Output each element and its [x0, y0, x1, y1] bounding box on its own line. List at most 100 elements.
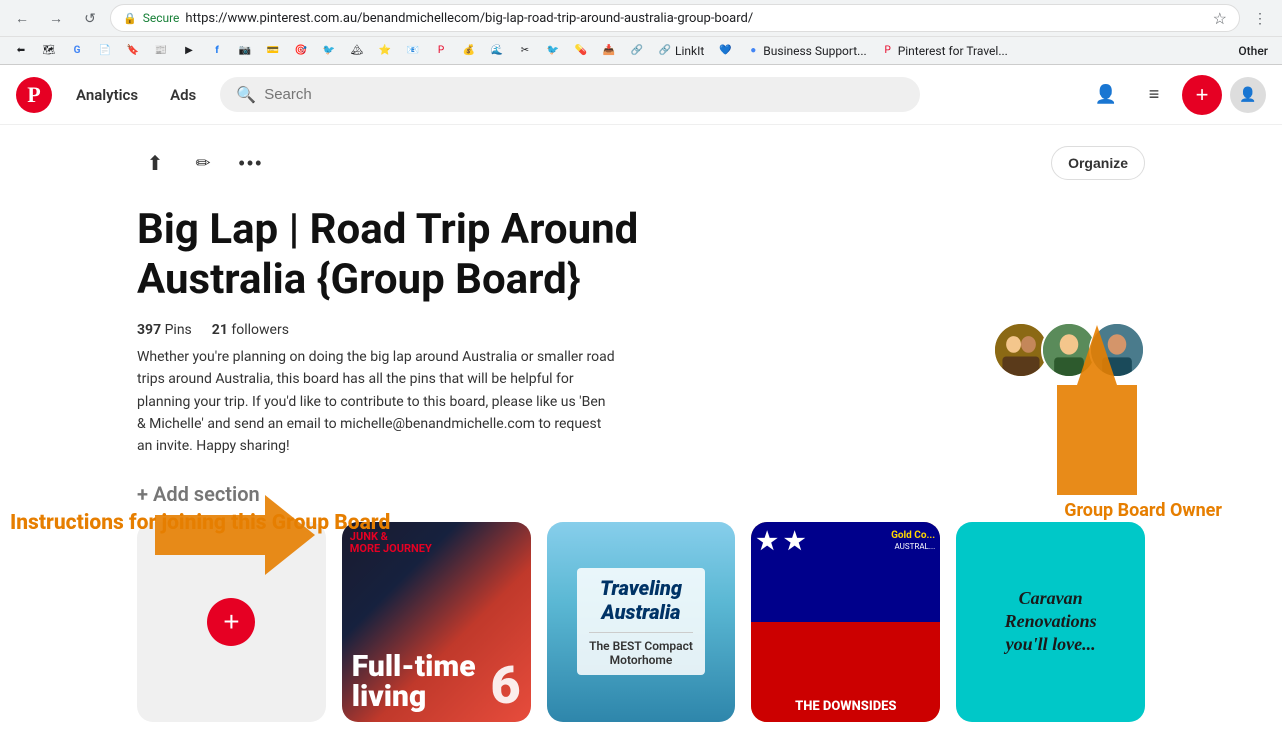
pinteresttravel-label: Pinterest for Travel...	[898, 44, 1008, 58]
maps-favicon: 🗺	[42, 44, 56, 58]
bookmark-news[interactable]: 📰	[148, 42, 174, 60]
pin-image-rv: JUNK & MORE JOURNEY Full-timeliving 6	[342, 522, 531, 722]
refresh-button[interactable]: ↺	[76, 4, 104, 32]
logo-letter: P	[27, 82, 40, 108]
share-button[interactable]: ⬆	[137, 145, 173, 181]
upload-icon: ⬆	[147, 151, 164, 176]
pin-caravan-bg: CaravanRenovationsyou'll love...	[956, 522, 1145, 722]
email-favicon: 📧	[406, 44, 420, 58]
avatar-initial: 👤	[1239, 87, 1256, 103]
insta-favicon: 📷	[238, 44, 252, 58]
secure-label: Secure	[143, 11, 180, 25]
bookmark-scissors[interactable]: ✂	[512, 42, 538, 60]
pin-image-caravan: CaravanRenovationsyou'll love...	[956, 522, 1145, 722]
linkit-label: LinkIt	[675, 44, 704, 58]
bookmark-star[interactable]: ⭐	[372, 42, 398, 60]
bookmark-fb[interactable]: f	[204, 42, 230, 60]
bookmark-google[interactable]: G	[64, 42, 90, 60]
pin-image-australia: TravelingAustralia The BEST CompactMotor…	[547, 522, 736, 722]
google-favicon: G	[70, 44, 84, 58]
bookmark-dollar[interactable]: 💰	[456, 42, 482, 60]
member-avatar-3[interactable]	[1089, 322, 1145, 378]
bookmark-play[interactable]: ▶	[176, 42, 202, 60]
organize-button[interactable]: Organize	[1051, 146, 1145, 180]
more-icon: •••	[239, 153, 264, 174]
pin-card-caravan[interactable]: CaravanRenovationsyou'll love...	[956, 522, 1145, 722]
pin-rv-text: Full-timeliving	[352, 652, 476, 712]
bookmark-mountain[interactable]: 🏔	[344, 42, 370, 60]
edit-button[interactable]: ✏	[185, 145, 221, 181]
pin-aus-sub: AUSTRAL...	[895, 542, 936, 551]
back-button[interactable]: ←	[8, 4, 36, 32]
pin-card-australia[interactable]: TravelingAustralia The BEST CompactMotor…	[547, 522, 736, 722]
avatar-2-image	[1043, 322, 1095, 378]
pin-grid: + JUNK & MORE JOURNEY Full-timeliving 6	[137, 522, 1145, 722]
add-icon: +	[1196, 82, 1209, 108]
bookmark-back[interactable]: ⬅	[8, 42, 34, 60]
inbox-favicon: 📥	[602, 44, 616, 58]
url-text: https://www.pinterest.com.au/benandmiche…	[185, 11, 1206, 26]
bookmark-doc[interactable]: 📄	[92, 42, 118, 60]
bookmark-pinteresttravel[interactable]: PPinterest for Travel...	[875, 42, 1014, 60]
bookmark-link[interactable]: 🔗	[624, 42, 650, 60]
avatar-3-image	[1091, 322, 1143, 378]
pins-label: Pins	[165, 322, 192, 338]
followers-stat: 21 followers	[212, 322, 289, 338]
followers-count: 21	[212, 322, 228, 338]
menu-icon-button[interactable]: ≡	[1134, 75, 1174, 115]
dollar-favicon: 💰	[462, 44, 476, 58]
bookmark-linkit[interactable]: 🔗LinkIt	[652, 42, 710, 60]
bookmark-pinterest[interactable]: P	[428, 42, 454, 60]
bookmark-pill[interactable]: 💊	[568, 42, 594, 60]
ads-nav[interactable]: Ads	[162, 82, 204, 108]
user-icon: 👤	[1095, 84, 1117, 105]
analytics-nav[interactable]: Analytics	[68, 82, 146, 108]
more-button[interactable]: •••	[233, 145, 269, 181]
bookmark-maps[interactable]: 🗺	[36, 42, 62, 60]
address-bar[interactable]: 🔒 Secure https://www.pinterest.com.au/be…	[110, 4, 1240, 32]
fb-favicon: f	[210, 44, 224, 58]
pinteresttravel-favicon: P	[881, 44, 895, 58]
bookmark-extension1[interactable]: 🔖	[120, 42, 146, 60]
back-favicon: ⬅	[14, 44, 28, 58]
bookmark-inbox[interactable]: 📥	[596, 42, 622, 60]
main-content: ⬆ ✏ ••• Organize Big Lap | Road Trip Aro…	[121, 125, 1161, 742]
pill-favicon: 💊	[574, 44, 588, 58]
business-label: Business Support...	[763, 44, 866, 58]
pin-stars: ★ ★	[756, 527, 805, 555]
twitter-favicon: 🐦	[322, 44, 336, 58]
board-description: Whether you're planning on doing the big…	[137, 346, 617, 458]
pin-card-rv[interactable]: JUNK & MORE JOURNEY Full-timeliving 6	[342, 522, 531, 722]
add-pin-header-button[interactable]: +	[1182, 75, 1222, 115]
user-avatar[interactable]: 👤	[1230, 77, 1266, 113]
bookmarks-other[interactable]: Other	[1232, 42, 1274, 60]
bookmark-bird[interactable]: 🐦	[540, 42, 566, 60]
forward-button[interactable]: →	[42, 4, 70, 32]
bookmark-insta[interactable]: 📷	[232, 42, 258, 60]
browser-menu-button[interactable]: ⋮	[1246, 4, 1274, 32]
user-icon-button[interactable]: 👤	[1086, 75, 1126, 115]
search-bar[interactable]: 🔍	[220, 77, 920, 112]
add-pin-button[interactable]: +	[207, 598, 255, 646]
pin-card-flags[interactable]: ★ ★ Gold Co... AUSTRAL... THE DOWNSIDES	[751, 522, 940, 722]
add-pin-card[interactable]: +	[137, 522, 326, 722]
bookmark-business[interactable]: ●Business Support...	[740, 42, 872, 60]
pinterest-logo[interactable]: P	[16, 77, 52, 113]
scissors-favicon: ✂	[518, 44, 532, 58]
bookmark-email[interactable]: 📧	[400, 42, 426, 60]
bookmark-target[interactable]: 🎯	[288, 42, 314, 60]
bookmark-heart[interactable]: 💙	[712, 42, 738, 60]
bookmark-ext2[interactable]: 💳	[260, 42, 286, 60]
search-input[interactable]	[264, 86, 904, 103]
bookmark-twitter[interactable]: 🐦	[316, 42, 342, 60]
board-title: Big Lap | Road Trip Around Australia {Gr…	[137, 205, 817, 306]
pin-caravan-title: CaravanRenovationsyou'll love...	[995, 577, 1107, 667]
star-favicon: ⭐	[378, 44, 392, 58]
link-favicon: 🔗	[630, 44, 644, 58]
hamburger-icon: ≡	[1149, 84, 1160, 105]
news-favicon: 📰	[154, 44, 168, 58]
bookmark-wave[interactable]: 🌊	[484, 42, 510, 60]
bookmark-star[interactable]: ☆	[1213, 9, 1227, 28]
pin-flag-bg: ★ ★ Gold Co... AUSTRAL... THE DOWNSIDES	[751, 522, 940, 722]
add-section[interactable]: + Add section	[137, 482, 1145, 506]
